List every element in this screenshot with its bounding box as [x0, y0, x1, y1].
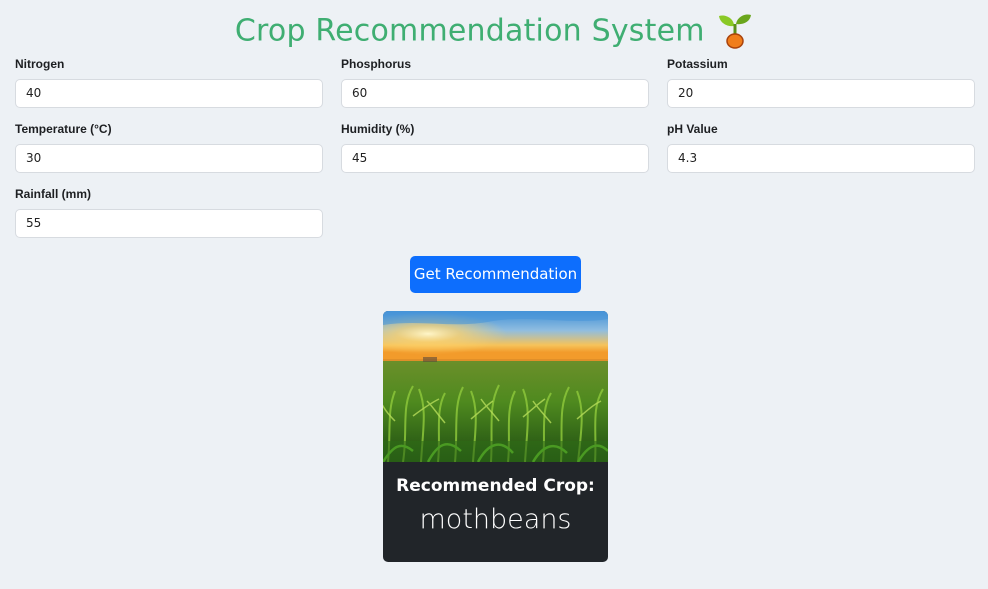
ph-input[interactable]: 4.3: [667, 144, 975, 173]
nitrogen-input[interactable]: 40: [15, 79, 323, 108]
humidity-field: Humidity (%) 45: [341, 121, 649, 173]
temperature-input[interactable]: 30: [15, 144, 323, 173]
phosphorus-input[interactable]: 60: [341, 79, 649, 108]
nitrogen-field: Nitrogen 40: [15, 56, 323, 108]
get-recommendation-button[interactable]: Get Recommendation: [410, 256, 581, 293]
ph-field: pH Value 4.3: [667, 121, 975, 173]
rainfall-input[interactable]: 55: [15, 209, 323, 238]
seedling-icon: [717, 12, 753, 50]
humidity-input[interactable]: 45: [341, 144, 649, 173]
temperature-label: Temperature (°C): [15, 122, 112, 136]
rainfall-label: Rainfall (mm): [15, 187, 92, 201]
potassium-field: Potassium 20: [667, 56, 975, 108]
corn-field-image: [383, 311, 608, 462]
phosphorus-label: Phosphorus: [341, 57, 412, 71]
nitrogen-label: Nitrogen: [15, 57, 65, 71]
humidity-label: Humidity (%): [341, 122, 415, 136]
result-card: Recommended Crop: mothbeans: [383, 311, 608, 562]
recommended-crop: mothbeans: [419, 504, 572, 535]
potassium-input[interactable]: 20: [667, 79, 975, 108]
result-heading: Recommended Crop:: [396, 476, 595, 496]
page-title: Crop Recommendation System: [234, 13, 705, 49]
temperature-field: Temperature (°C) 30: [15, 121, 323, 173]
potassium-label: Potassium: [667, 57, 728, 71]
ph-label: pH Value: [667, 122, 718, 136]
app-page: Crop Recommendation System Nitrogen 40 P…: [0, 0, 988, 589]
rainfall-field: Rainfall (mm) 55: [15, 186, 323, 238]
phosphorus-field: Phosphorus 60: [341, 56, 649, 108]
header: Crop Recommendation System: [0, 12, 988, 58]
